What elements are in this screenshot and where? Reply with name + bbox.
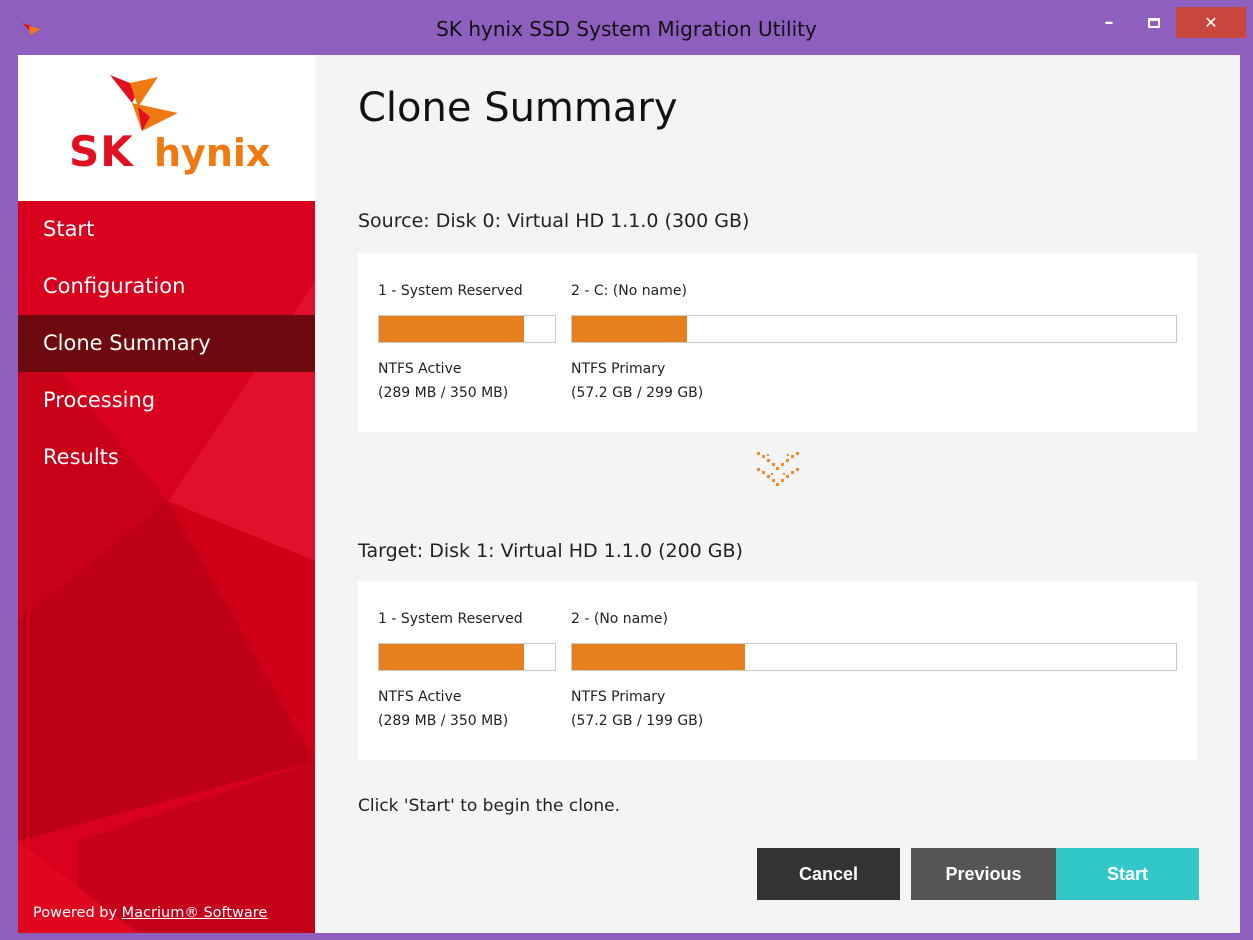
partition-usage-fill	[379, 316, 525, 342]
partition-size: (289 MB / 350 MB)	[378, 713, 509, 729]
target-partition-1[interactable]: 1 - System Reserved NTFS Active (289 MB …	[378, 581, 556, 760]
title-bar[interactable]: SK hynix SSD System Migration Utility – …	[0, 0, 1253, 55]
partition-filesystem: NTFS Active	[378, 361, 462, 377]
partition-usage-fill	[572, 644, 746, 670]
sidebar: SK hynix Start Configuration Clone Summa…	[18, 55, 315, 933]
partition-name: 2 - (No name)	[571, 611, 668, 627]
logo-area: SK hynix	[18, 55, 315, 201]
client-area: SK hynix Start Configuration Clone Summa…	[18, 55, 1240, 933]
target-disk-heading: Target: Disk 1: Virtual HD 1.1.0 (200 GB…	[358, 540, 743, 562]
powered-by-prefix: Powered by	[33, 905, 118, 921]
target-partition-2[interactable]: 2 - (No name) NTFS Primary (57.2 GB / 19…	[571, 581, 1177, 760]
source-partition-2[interactable]: 2 - C: (No name) NTFS Primary (57.2 GB /…	[571, 253, 1177, 432]
partition-size: (289 MB / 350 MB)	[378, 385, 509, 401]
instruction-text: Click 'Start' to begin the clone.	[358, 796, 621, 816]
macrium-link[interactable]: Macrium® Software	[122, 905, 268, 921]
maximize-button[interactable]	[1136, 7, 1172, 38]
partition-name: 2 - C: (No name)	[571, 283, 687, 299]
window-title: SK hynix SSD System Migration Utility	[436, 17, 817, 41]
partition-usage-fill	[572, 316, 688, 342]
source-disk-panel: 1 - System Reserved NTFS Active (289 MB …	[358, 253, 1197, 432]
partition-usage-bar	[378, 643, 556, 671]
source-disk-heading: Source: Disk 0: Virtual HD 1.1.0 (300 GB…	[358, 210, 750, 232]
page-title: Clone Summary	[358, 85, 678, 131]
start-button[interactable]: Start	[1056, 848, 1199, 900]
maximize-icon	[1148, 17, 1160, 28]
sidebar-item-start[interactable]: Start	[18, 201, 315, 258]
source-partition-1[interactable]: 1 - System Reserved NTFS Active (289 MB …	[378, 253, 556, 432]
close-button[interactable]: ✕	[1176, 7, 1246, 38]
sidebar-item-clone-summary[interactable]: Clone Summary	[18, 315, 315, 372]
powered-by: Powered by Macrium® Software	[33, 905, 267, 921]
partition-filesystem: NTFS Primary	[571, 689, 666, 705]
logo-sk-text: SK	[69, 127, 134, 176]
partition-usage-bar	[378, 315, 556, 343]
partition-usage-bar	[571, 643, 1177, 671]
app-window: SK hynix SSD System Migration Utility – …	[0, 0, 1253, 940]
main-content: Clone Summary Source: Disk 0: Virtual HD…	[315, 55, 1240, 933]
butterfly-logo-icon	[110, 75, 178, 131]
minimize-button[interactable]: –	[1091, 7, 1127, 38]
partition-filesystem: NTFS Primary	[571, 361, 666, 377]
wizard-steps: Start Configuration Clone Summary Proces…	[18, 201, 315, 486]
partition-usage-fill	[379, 644, 525, 670]
chevron-down-icon	[757, 452, 799, 486]
target-disk-panel: 1 - System Reserved NTFS Active (289 MB …	[358, 581, 1197, 760]
logo-hynix-text: hynix	[154, 131, 271, 175]
partition-name: 1 - System Reserved	[378, 283, 523, 299]
partition-size: (57.2 GB / 299 GB)	[571, 385, 704, 401]
sidebar-item-results[interactable]: Results	[18, 429, 315, 486]
partition-name: 1 - System Reserved	[378, 611, 523, 627]
sidebar-item-processing[interactable]: Processing	[18, 372, 315, 429]
cancel-button[interactable]: Cancel	[757, 848, 900, 900]
previous-button[interactable]: Previous	[911, 848, 1056, 900]
partition-size: (57.2 GB / 199 GB)	[571, 713, 704, 729]
sidebar-item-configuration[interactable]: Configuration	[18, 258, 315, 315]
partition-filesystem: NTFS Active	[378, 689, 462, 705]
partition-usage-bar	[571, 315, 1177, 343]
